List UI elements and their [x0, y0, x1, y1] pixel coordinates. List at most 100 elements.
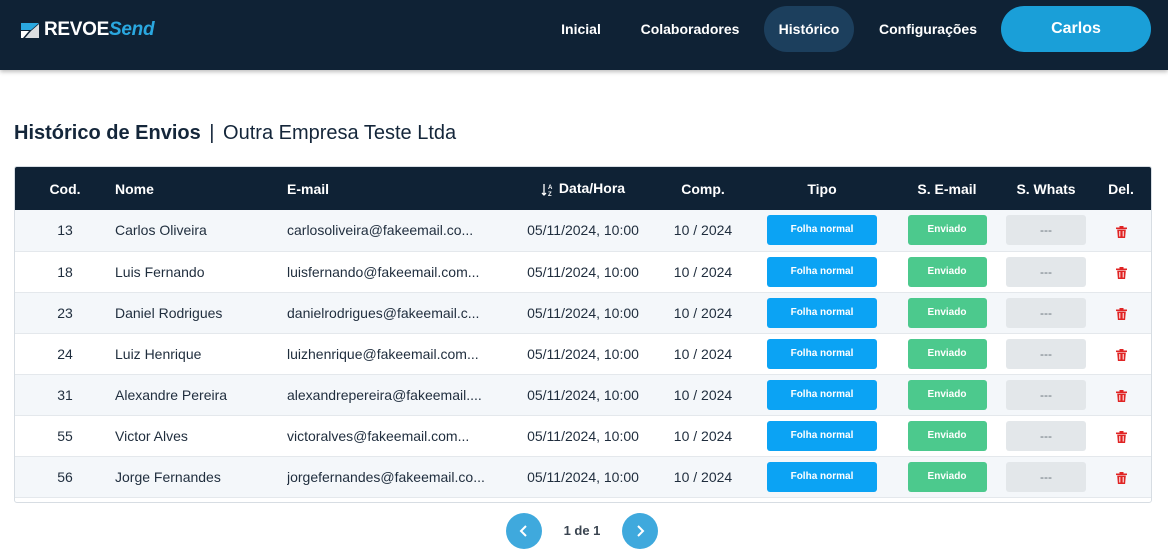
- brand-name-part1: REVOE: [44, 19, 110, 40]
- whats-status-badge[interactable]: ---: [1006, 379, 1086, 410]
- whats-status-badge[interactable]: ---: [1006, 420, 1086, 451]
- cell-status-email: Enviado: [893, 333, 1001, 374]
- header-cod[interactable]: Cod.: [15, 167, 115, 210]
- cell-nome: Luiz Henrique: [115, 345, 202, 362]
- cell-email: alexandrepereira@fakeemail....: [287, 386, 482, 403]
- header-data-hora[interactable]: A Z Data/Hora: [511, 167, 655, 210]
- cell-nome: Luis Fernando: [115, 263, 205, 280]
- tipo-badge[interactable]: Folha normal: [767, 338, 877, 369]
- cell-cod: 24: [57, 345, 73, 362]
- header-status-whats[interactable]: S. Whats: [1001, 167, 1091, 210]
- cell-status-email: Enviado: [893, 292, 1001, 333]
- tipo-badge[interactable]: Folha normal: [767, 379, 877, 410]
- table-row[interactable]: 13 Carlos Oliveira carlosoliveira@fakeemai…: [15, 210, 1151, 251]
- cell-status-email: Enviado: [893, 415, 1001, 456]
- header-comp[interactable]: Comp.: [655, 167, 751, 210]
- nav-item-historico[interactable]: Histórico: [764, 6, 854, 52]
- nav-item-colaboradores[interactable]: Colaboradores: [632, 6, 748, 52]
- cell-email: luizhenrique@fakeemail.com...: [287, 345, 479, 362]
- tipo-badge[interactable]: Folha normal: [767, 297, 877, 328]
- cell-status-whats: ---: [1001, 251, 1091, 292]
- email-status-badge[interactable]: Enviado: [907, 420, 987, 451]
- cell-data-hora: 05/11/2024, 10:00: [527, 386, 639, 403]
- cell-nome: Jorge Fernandes: [115, 468, 221, 485]
- trash-icon[interactable]: [1115, 307, 1127, 320]
- header-email[interactable]: E-mail: [287, 167, 511, 210]
- table-row[interactable]: 24 Luiz Henrique luizhenrique@fakeemail.co…: [15, 333, 1151, 374]
- cell-comp: 10 / 2024: [673, 263, 733, 280]
- tipo-badge[interactable]: Folha normal: [767, 215, 877, 246]
- cell-status-whats: ---: [1001, 292, 1091, 333]
- page-title-company: Outra Empresa Teste Ltda: [223, 122, 457, 144]
- table-row[interactable]: 56 Jorge Fernandes jorgefernandes@fakeemai…: [15, 456, 1151, 497]
- pagination-label: 1 de 1: [563, 523, 601, 538]
- table-body: 13 Carlos Oliveira carlosoliveira@fakeemai…: [15, 210, 1151, 497]
- header-tipo[interactable]: Tipo: [751, 167, 893, 210]
- cell-data-hora: 05/11/2024, 10:00: [527, 468, 639, 485]
- table-row[interactable]: 55 Victor Alves victoralves@fakeemail.com.…: [15, 415, 1151, 456]
- cell-data-hora: 05/11/2024, 10:00: [527, 263, 639, 280]
- trash-icon[interactable]: [1115, 471, 1127, 484]
- table-row[interactable]: 31 Alexandre Pereira alexandrepereira@fake…: [15, 374, 1151, 415]
- cell-status-whats: ---: [1001, 456, 1091, 497]
- email-status-badge[interactable]: Enviado: [907, 256, 987, 287]
- header-status-email[interactable]: S. E-mail: [893, 167, 1001, 210]
- cell-status-email: Enviado: [893, 456, 1001, 497]
- trash-icon[interactable]: [1115, 225, 1127, 238]
- email-status-badge[interactable]: Enviado: [907, 461, 987, 492]
- cell-tipo: Folha normal: [751, 374, 893, 415]
- cell-delete: [1091, 456, 1151, 497]
- cell-cod: 13: [57, 222, 73, 239]
- cell-delete: [1091, 374, 1151, 415]
- user-menu-button[interactable]: Carlos: [1001, 6, 1151, 52]
- previous-page-button[interactable]: [506, 513, 542, 549]
- trash-icon[interactable]: [1115, 266, 1127, 279]
- nav-item-inicial[interactable]: Inicial: [546, 6, 616, 52]
- trash-icon[interactable]: [1115, 348, 1127, 361]
- email-status-badge[interactable]: Enviado: [907, 297, 987, 328]
- brand-name-part2: Send: [109, 19, 155, 40]
- table-row[interactable]: 23 Daniel Rodrigues danielrodrigues@fakeem…: [15, 292, 1151, 333]
- logo-icon: [21, 23, 39, 38]
- cell-delete: [1091, 292, 1151, 333]
- cell-data-hora: 05/11/2024, 10:00: [527, 304, 639, 321]
- cell-cod: 23: [57, 304, 73, 321]
- trash-icon[interactable]: [1115, 430, 1127, 443]
- cell-comp: 10 / 2024: [673, 345, 733, 362]
- cell-tipo: Folha normal: [751, 292, 893, 333]
- cell-data-hora: 05/11/2024, 10:00: [527, 427, 639, 444]
- cell-status-whats: ---: [1001, 210, 1091, 251]
- email-status-badge[interactable]: Enviado: [907, 379, 987, 410]
- trash-icon[interactable]: [1115, 389, 1127, 402]
- tipo-badge[interactable]: Folha normal: [767, 461, 877, 492]
- cell-email: carlosoliveira@fakeemail.co...: [287, 222, 474, 239]
- cell-tipo: Folha normal: [751, 251, 893, 292]
- svg-text:Z: Z: [548, 192, 552, 197]
- table-row[interactable]: 18 Luis Fernando luisfernando@fakeemail.co…: [15, 251, 1151, 292]
- history-table-container: Cod. Nome E-mail A Z Data/Hora Comp. Tip…: [14, 166, 1152, 503]
- brand-logo[interactable]: REVOE Send: [19, 16, 155, 44]
- whats-status-badge[interactable]: ---: [1006, 256, 1086, 287]
- cell-status-email: Enviado: [893, 374, 1001, 415]
- page-title: Histórico de Envios | Outra Empresa Test…: [14, 122, 456, 145]
- whats-status-badge[interactable]: ---: [1006, 338, 1086, 369]
- cell-email: jorgefernandes@fakeemail.co...: [287, 468, 485, 485]
- cell-nome: Victor Alves: [115, 427, 188, 444]
- whats-status-badge[interactable]: ---: [1006, 215, 1086, 246]
- cell-comp: 10 / 2024: [673, 386, 733, 403]
- nav-item-configuracoes[interactable]: Configurações: [870, 6, 986, 52]
- whats-status-badge[interactable]: ---: [1006, 297, 1086, 328]
- cell-email: victoralves@fakeemail.com...: [287, 427, 470, 444]
- tipo-badge[interactable]: Folha normal: [767, 256, 877, 287]
- email-status-badge[interactable]: Enviado: [907, 215, 987, 246]
- next-page-button[interactable]: [622, 513, 658, 549]
- cell-email: danielrodrigues@fakeemail.c...: [287, 304, 480, 321]
- sort-ascending-icon[interactable]: A Z: [541, 183, 555, 197]
- email-status-badge[interactable]: Enviado: [907, 338, 987, 369]
- whats-status-badge[interactable]: ---: [1006, 461, 1086, 492]
- table-header-row: Cod. Nome E-mail A Z Data/Hora Comp. Tip…: [15, 167, 1151, 210]
- header-nome[interactable]: Nome: [115, 167, 287, 210]
- cell-delete: [1091, 333, 1151, 374]
- tipo-badge[interactable]: Folha normal: [767, 420, 877, 451]
- cell-comp: 10 / 2024: [673, 427, 733, 444]
